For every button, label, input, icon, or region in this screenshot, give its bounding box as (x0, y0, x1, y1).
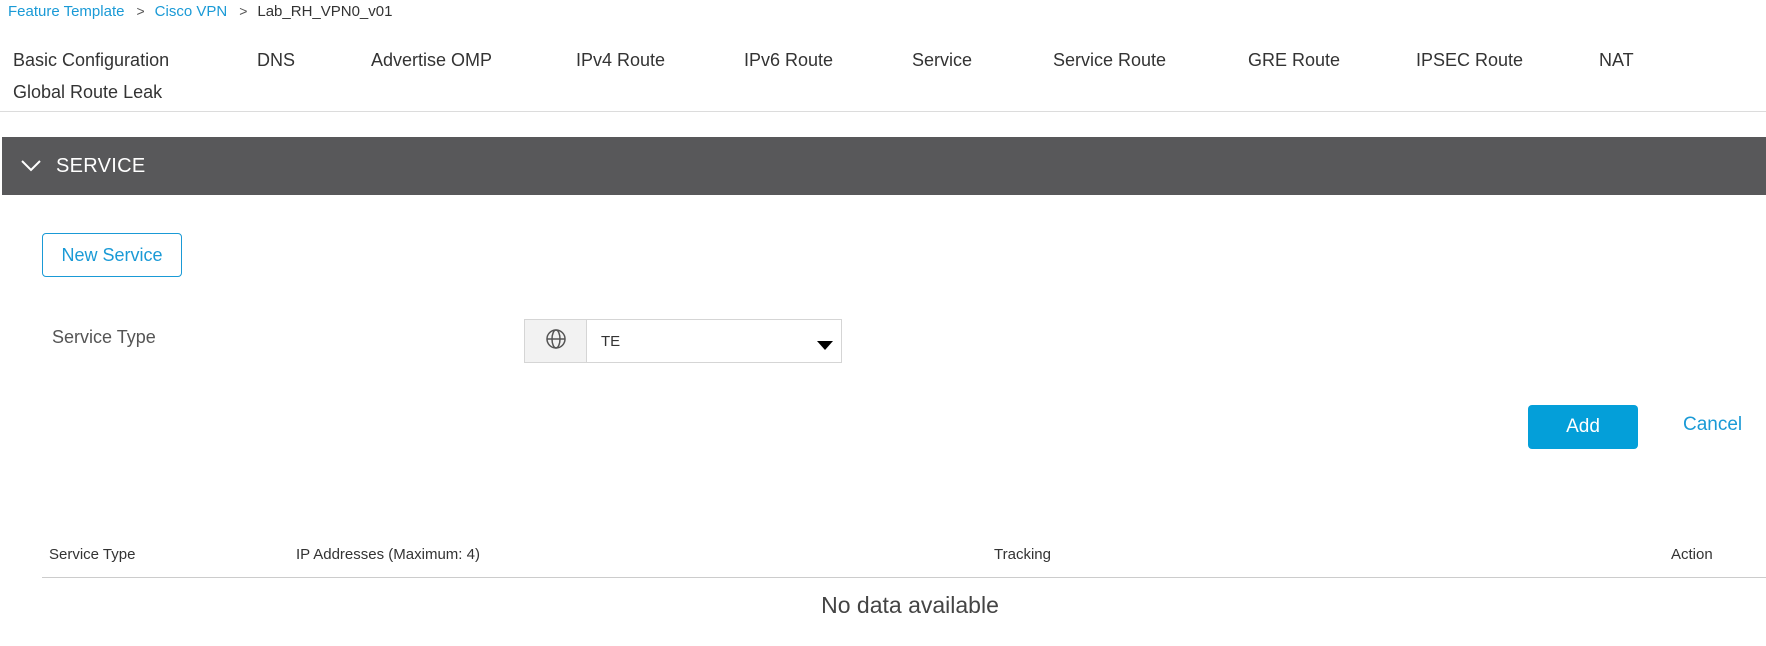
service-type-select[interactable]: TE (586, 319, 842, 363)
tab-dns[interactable]: DNS (257, 48, 295, 72)
tab-advertise-omp[interactable]: Advertise OMP (371, 48, 492, 72)
table-header-divider (42, 577, 1664, 578)
cancel-button[interactable]: Cancel (1683, 414, 1742, 436)
breadcrumb-separator-icon: > (239, 3, 248, 19)
service-section-header[interactable]: SERVICE (2, 137, 1766, 195)
tabs-divider (0, 111, 1766, 112)
chevron-down-icon[interactable] (8, 137, 54, 195)
breadcrumb-cisco-vpn[interactable]: Cisco VPN (155, 3, 228, 20)
globe-icon (545, 328, 567, 355)
breadcrumb-separator-icon: > (136, 3, 145, 19)
tab-basic-configuration[interactable]: Basic Configuration (13, 48, 169, 72)
scope-selector-button[interactable] (524, 319, 587, 363)
column-header-service-type[interactable]: Service Type (49, 546, 135, 563)
tab-ipv6-route[interactable]: IPv6 Route (744, 48, 833, 72)
service-type-value: TE (601, 332, 621, 350)
tab-global-route-leak[interactable]: Global Route Leak (13, 80, 162, 104)
section-title: SERVICE (56, 154, 146, 177)
breadcrumb-current: Lab_RH_VPN0_v01 (257, 2, 393, 20)
column-header-action[interactable]: Action (1671, 546, 1713, 563)
column-header-ip-addresses[interactable]: IP Addresses (Maximum: 4) (296, 546, 480, 563)
tab-gre-route[interactable]: GRE Route (1248, 48, 1340, 72)
service-type-label: Service Type (52, 327, 156, 347)
tab-service[interactable]: Service (912, 48, 972, 72)
add-button[interactable]: Add (1528, 405, 1638, 449)
column-header-tracking[interactable]: Tracking (994, 546, 1051, 563)
tab-service-route[interactable]: Service Route (1053, 48, 1166, 72)
tab-nat[interactable]: NAT (1599, 48, 1634, 72)
new-service-button[interactable]: New Service (42, 233, 182, 277)
tab-ipv4-route[interactable]: IPv4 Route (576, 48, 665, 72)
breadcrumb: Feature Template > Cisco VPN > Lab_RH_VP… (8, 1, 392, 21)
tab-ipsec-route[interactable]: IPSEC Route (1416, 48, 1523, 72)
breadcrumb-feature-template[interactable]: Feature Template (8, 3, 124, 20)
caret-down-icon (817, 337, 833, 354)
empty-table-message: No data available (821, 592, 999, 618)
table-header-divider (1664, 577, 1766, 578)
